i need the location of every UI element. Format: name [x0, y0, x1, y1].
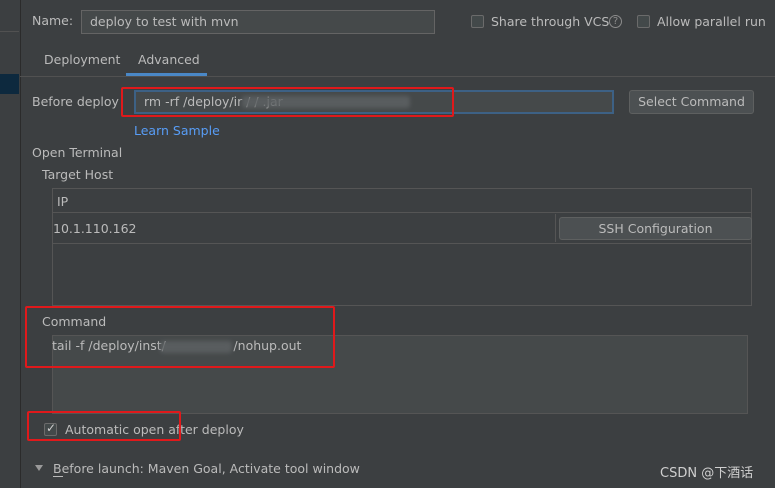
- allow-parallel-checkbox[interactable]: [637, 15, 650, 28]
- target-host-table: [52, 188, 752, 306]
- tab-divider: [20, 76, 775, 77]
- help-circle-icon[interactable]: ?: [609, 15, 622, 28]
- ip-column-header: IP: [57, 194, 69, 209]
- learn-sample-link[interactable]: Learn Sample: [134, 123, 220, 138]
- command-label: Command: [42, 314, 107, 329]
- tab-advanced[interactable]: Advanced: [138, 52, 200, 67]
- triangle-down-icon[interactable]: [35, 465, 43, 471]
- table-row-divider: [53, 243, 751, 244]
- allow-parallel-label[interactable]: Allow parallel run: [657, 14, 766, 29]
- select-command-button[interactable]: Select Command: [629, 90, 754, 114]
- ip-value: 10.1.110.162: [53, 221, 137, 236]
- left-strip-separator: [0, 31, 19, 32]
- before-deploy-label: Before deploy: [32, 94, 119, 109]
- tab-deployment[interactable]: Deployment: [44, 52, 120, 67]
- redacted-command-blur: [160, 341, 232, 353]
- redacted-path-blur: [242, 96, 410, 108]
- automatic-open-label[interactable]: Automatic open after deploy: [65, 422, 244, 437]
- before-launch-label[interactable]: Before launch: Maven Goal, Activate tool…: [53, 461, 360, 476]
- name-input[interactable]: deploy to test with mvn: [81, 10, 435, 34]
- open-terminal-section-label: Open Terminal: [32, 145, 123, 160]
- before-launch-mnemonic-underline: [53, 476, 63, 477]
- left-config-tree-strip: [0, 0, 21, 488]
- automatic-open-checkbox[interactable]: [44, 421, 57, 436]
- share-vcs-checkbox[interactable]: [471, 15, 484, 28]
- target-host-label: Target Host: [42, 167, 114, 182]
- table-cell-divider: [555, 214, 556, 242]
- ssh-configuration-button[interactable]: SSH Configuration: [559, 217, 752, 240]
- watermark: CSDN @下酒话: [660, 466, 754, 481]
- share-vcs-label[interactable]: Share through VCS: [491, 14, 609, 29]
- name-label: Name:: [32, 13, 74, 28]
- left-strip-selected-item[interactable]: [0, 74, 19, 94]
